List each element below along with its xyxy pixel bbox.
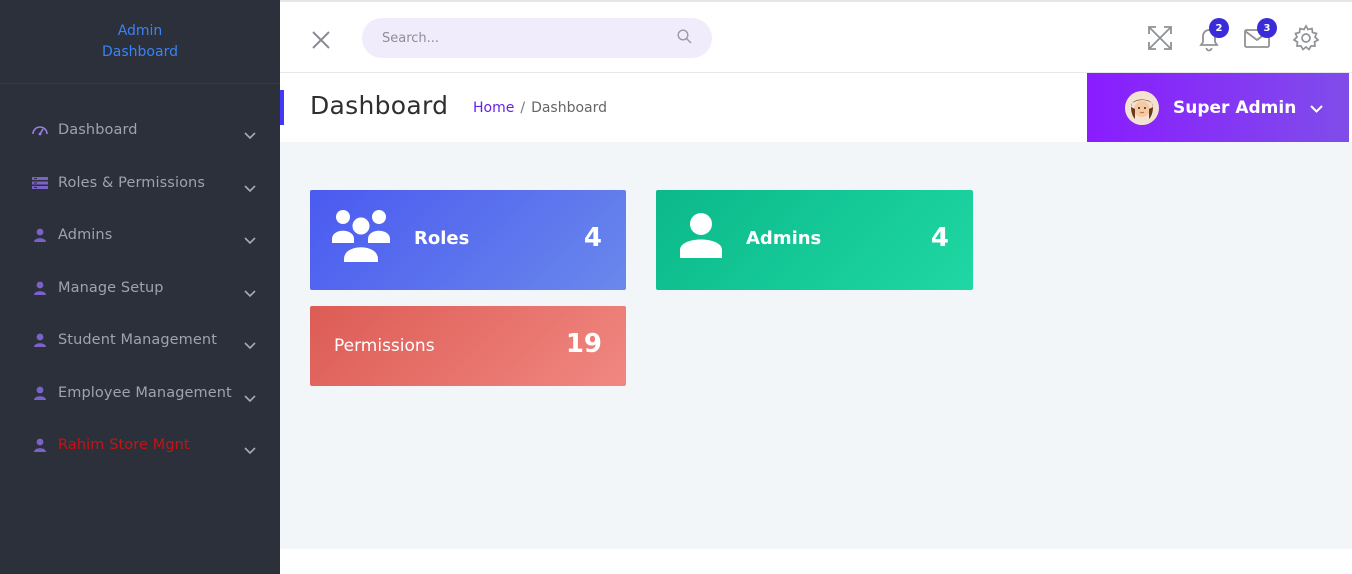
user-icon — [32, 228, 48, 243]
search-icon[interactable] — [677, 28, 692, 48]
sidebar-menu: Dashboard Roles & Permissions Admins Man… — [0, 104, 280, 472]
envelope-icon — [1243, 29, 1271, 56]
sidebar-item-label: Employee Management — [58, 384, 232, 401]
admins-card[interactable]: Admins 4 — [656, 190, 973, 290]
sidebar-item-rahim-store[interactable]: Rahim Store Mgnt — [0, 419, 280, 472]
sidebar-item-label: Roles & Permissions — [58, 174, 205, 191]
sidebar-item-roles-permissions[interactable]: Roles & Permissions — [0, 157, 280, 210]
sidebar-item-label: Rahim Store Mgnt — [58, 437, 190, 454]
fullscreen-button[interactable] — [1146, 24, 1174, 52]
sidebar-item-label: Student Management — [58, 332, 218, 349]
close-sidebar-button[interactable] — [311, 30, 331, 50]
dashboard-icon — [32, 123, 48, 137]
breadcrumb-current: Dashboard — [531, 100, 608, 116]
sidebar-item-employee-management[interactable]: Employee Management — [0, 367, 280, 420]
brand-line-1: Admin — [117, 23, 163, 39]
roles-card-value: 4 — [583, 223, 602, 253]
permissions-card-value: 19 — [565, 329, 602, 359]
admins-card-value: 4 — [930, 223, 949, 253]
sidebar-item-dashboard[interactable]: Dashboard — [0, 104, 280, 157]
sidebar-item-admins[interactable]: Admins — [0, 209, 280, 262]
admins-card-label: Admins — [746, 228, 822, 249]
brand-line-2: Dashboard — [102, 44, 178, 60]
expand-icon — [1146, 26, 1174, 56]
breadcrumb: Home / Dashboard — [473, 100, 607, 116]
permissions-card[interactable]: Permissions 19 — [310, 306, 626, 386]
user-name: Super Admin — [1173, 97, 1297, 118]
user-icon — [32, 438, 48, 453]
user-icon — [32, 281, 48, 295]
sidebar: Admin Dashboard Dashboard Roles & Permis… — [0, 0, 280, 574]
dashboard-content: Roles 4 Admins 4 Permissions 19 — [280, 142, 1352, 549]
search-bar — [362, 18, 712, 58]
chevron-down-icon — [244, 283, 256, 302]
topbar: 2 3 — [280, 0, 1352, 73]
users-group-icon — [332, 207, 390, 267]
chevron-down-icon — [244, 388, 256, 407]
chevron-down-icon — [244, 440, 256, 459]
sidebar-item-label: Dashboard — [58, 122, 138, 139]
sidebar-item-manage-setup[interactable]: Manage Setup — [0, 262, 280, 315]
chevron-down-icon — [244, 230, 256, 249]
search-input[interactable] — [382, 30, 677, 46]
list-icon — [32, 176, 48, 190]
notification-badge: 2 — [1209, 18, 1229, 38]
user-icon — [32, 333, 48, 348]
sidebar-item-label: Admins — [58, 227, 113, 244]
roles-card-label: Roles — [414, 228, 470, 249]
avatar — [1125, 90, 1159, 125]
sidebar-item-student-management[interactable]: Student Management — [0, 314, 280, 367]
message-badge: 3 — [1257, 18, 1277, 38]
roles-card[interactable]: Roles 4 — [310, 190, 626, 290]
page-title: Dashboard — [310, 91, 449, 120]
user-icon — [680, 212, 722, 262]
sidebar-item-label: Manage Setup — [58, 279, 164, 296]
notifications-button[interactable]: 2 — [1195, 18, 1229, 52]
chevron-down-icon — [1310, 98, 1324, 117]
chevron-down-icon — [244, 335, 256, 354]
user-icon — [32, 386, 48, 400]
brand-logo[interactable]: Admin Dashboard — [0, 0, 280, 84]
breadcrumb-home-link[interactable]: Home — [473, 100, 514, 116]
title-accent-bar — [280, 90, 284, 125]
close-icon — [311, 31, 331, 54]
chevron-down-icon — [244, 125, 256, 144]
breadcrumb-separator: / — [520, 100, 526, 116]
user-menu-button[interactable]: Super Admin — [1087, 73, 1349, 142]
gear-icon — [1292, 24, 1320, 56]
messages-button[interactable]: 3 — [1243, 18, 1277, 52]
page-header: Dashboard Home / Dashboard Super Admin — [280, 73, 1352, 142]
chevron-down-icon — [244, 178, 256, 197]
permissions-card-label: Permissions — [334, 336, 435, 356]
footer — [280, 549, 1352, 574]
bell-icon — [1195, 29, 1223, 56]
settings-button[interactable] — [1292, 24, 1320, 52]
